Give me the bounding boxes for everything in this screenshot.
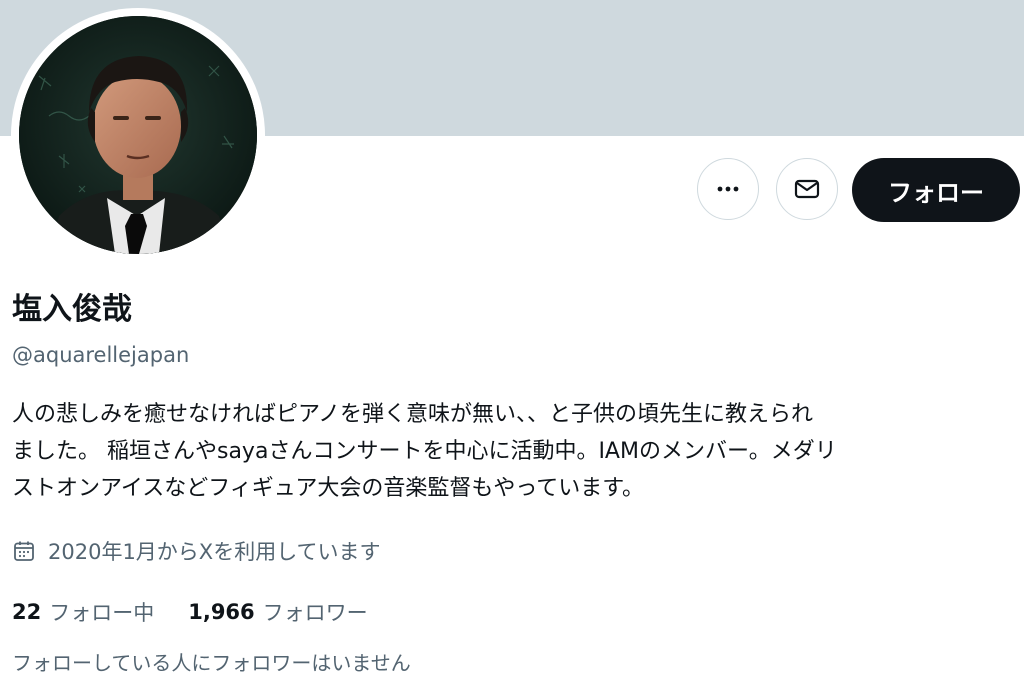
mutual-followers-note: フォローしている人にフォロワーはいません bbox=[12, 651, 411, 675]
following-count: 22 bbox=[12, 600, 42, 624]
display-name: 塩入俊哉 bbox=[12, 292, 132, 327]
follow-button[interactable]: フォロー bbox=[852, 158, 1020, 222]
following-link[interactable]: 22 フォロー中 bbox=[12, 597, 154, 627]
followers-link[interactable]: 1,966 フォロワー bbox=[188, 597, 367, 627]
message-button[interactable] bbox=[776, 158, 838, 220]
profile-page: フォロー 塩入俊哉 @aquarellejapan 人の悲しみを癒せなければピア… bbox=[0, 0, 1024, 694]
following-label: フォロー中 bbox=[49, 601, 155, 625]
join-date: 2020年1月からXを利用しています bbox=[12, 533, 381, 569]
avatar[interactable] bbox=[19, 16, 257, 254]
more-options-button[interactable] bbox=[697, 158, 759, 220]
calendar-icon bbox=[12, 538, 38, 564]
bio-line: ました。 稲垣さんやsayaさんコンサートを中心に活動中。IAMのメンバー。メダ… bbox=[12, 439, 837, 464]
profile-bio: 人の悲しみを癒せなければピアノを弾く意味が無い、、と子供の頃先生に教えられ まし… bbox=[12, 396, 1017, 507]
username-handle: @aquarellejapan bbox=[12, 343, 190, 367]
envelope-icon bbox=[794, 179, 820, 199]
join-date-text: 2020年1月からXを利用しています bbox=[48, 540, 381, 564]
follow-stats: 22 フォロー中 1,966 フォロワー bbox=[12, 596, 368, 628]
followers-count: 1,966 bbox=[188, 600, 255, 624]
avatar-photo bbox=[19, 16, 257, 254]
bio-line: 人の悲しみを癒せなければピアノを弾く意味が無い、、と子供の頃先生に教えられ bbox=[12, 402, 814, 427]
bio-line: ストオンアイスなどフィギュア大会の音楽監督もやっています。 bbox=[12, 476, 645, 501]
more-dots-icon bbox=[717, 186, 739, 192]
followers-label: フォロワー bbox=[262, 601, 368, 625]
